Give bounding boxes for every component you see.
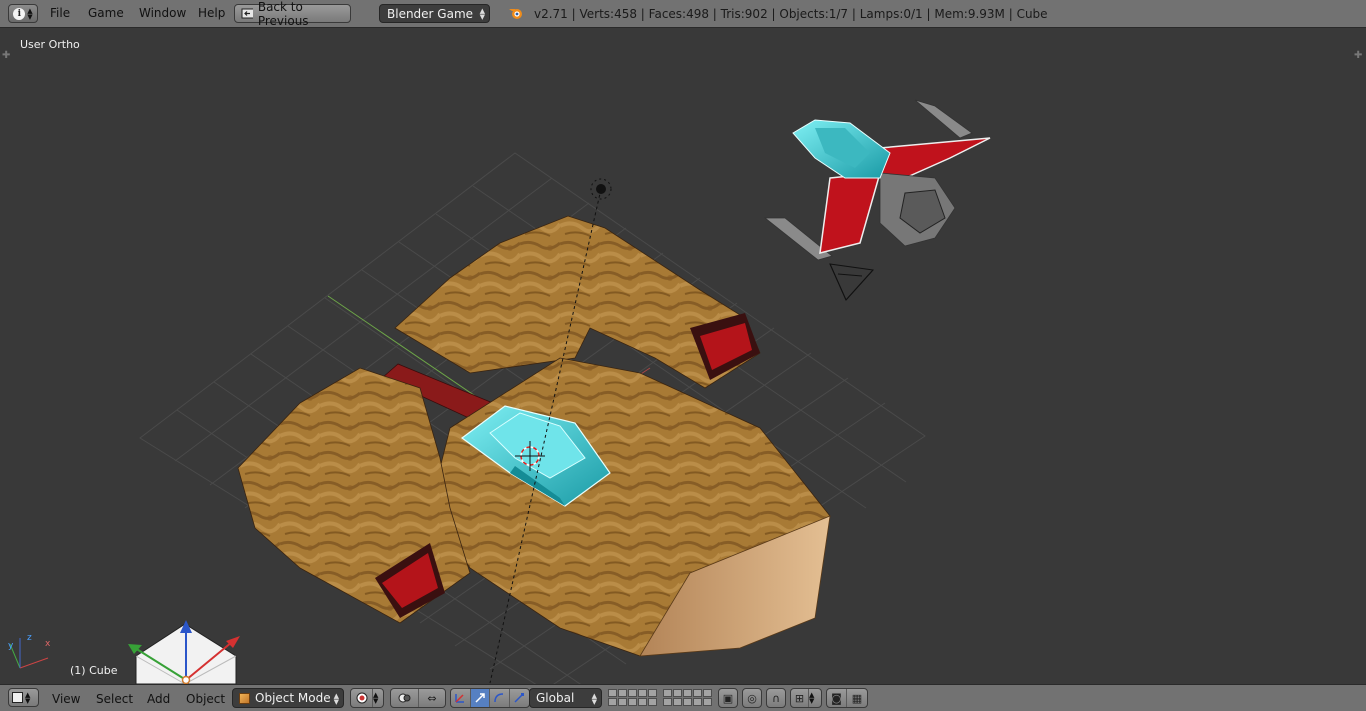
- updown-arrows-icon: ▲ ▼: [373, 691, 379, 705]
- menu-game[interactable]: Game: [88, 6, 124, 20]
- orientation-label: Global: [536, 691, 575, 705]
- scale-icon[interactable]: [510, 689, 529, 707]
- snap-toggle-button[interactable]: ∩: [766, 688, 786, 708]
- svg-text:x: x: [45, 639, 51, 649]
- pivot-snap-group[interactable]: ⇔: [390, 688, 446, 708]
- updown-arrows-icon: ▲ ▼: [809, 691, 815, 705]
- proportional-edit-icon: ◎: [747, 691, 757, 705]
- back-to-previous-button[interactable]: Back to Previous: [234, 0, 351, 28]
- lock-layers-button[interactable]: ▣: [718, 688, 738, 708]
- manipulator-tools[interactable]: [450, 688, 530, 708]
- toolshelf-expand-icon[interactable]: ✚: [2, 50, 10, 61]
- layers-icon: ▣: [722, 691, 734, 705]
- camera-object[interactable]: [829, 263, 875, 301]
- proportional-edit-button[interactable]: ◎: [742, 688, 762, 708]
- camera-render-icon[interactable]: ◙: [827, 689, 847, 707]
- manipulator-toggle-icon[interactable]: ⇔: [419, 689, 445, 707]
- svg-text:z: z: [27, 633, 32, 643]
- scene-canvas[interactable]: y z x: [0, 28, 1366, 684]
- updown-arrows-icon: ▲ ▼: [479, 7, 485, 21]
- scene-stats: v2.71 | Verts:458 | Faces:498 | Tris:902…: [534, 7, 1048, 21]
- blender-logo-icon: [509, 9, 522, 19]
- snap-increment-icon: ⊞: [791, 689, 809, 707]
- render-engine-select[interactable]: Blender Game ▲ ▼: [379, 4, 490, 23]
- hover-ship-mesh[interactable]: [237, 215, 831, 657]
- rotate-icon[interactable]: [490, 689, 510, 707]
- clapper-icon[interactable]: ▦: [847, 689, 867, 707]
- object-mode-label: Object Mode: [255, 691, 331, 705]
- view3d-icon: [12, 692, 23, 703]
- render-buttons[interactable]: ◙ ▦: [826, 688, 868, 708]
- info-icon: i: [13, 7, 26, 20]
- menu-view[interactable]: View: [52, 692, 80, 706]
- updown-arrows-icon: ▲ ▼: [25, 690, 31, 705]
- manipulator-axes-icon[interactable]: [451, 689, 471, 707]
- snap-element-select[interactable]: ⊞ ▲ ▼: [790, 688, 822, 708]
- menu-object[interactable]: Object: [186, 692, 225, 706]
- updown-arrows-icon: ▲ ▼: [333, 692, 339, 706]
- 3d-view-header: ▲ ▼ View Select Add Object Object Mode ▲ ▼…: [0, 684, 1366, 711]
- menu-file[interactable]: File: [50, 6, 70, 20]
- transform-manipulator[interactable]: [128, 620, 240, 684]
- shading-icon: [351, 689, 373, 707]
- back-screen-icon: [241, 8, 253, 19]
- info-header: i ▲ ▼ File Game Window Help Back to Previ…: [0, 0, 1366, 28]
- editor-type-button[interactable]: i ▲ ▼: [8, 4, 38, 23]
- menu-help[interactable]: Help: [198, 6, 225, 20]
- axis-widget: y z x: [8, 633, 51, 669]
- object-mode-select[interactable]: Object Mode ▲ ▼: [232, 688, 344, 708]
- pivot-point-icon[interactable]: [391, 689, 419, 707]
- 3d-viewport[interactable]: y z x User Ortho ✚ ✚ (1) Cube: [0, 28, 1366, 684]
- translate-icon[interactable]: [470, 689, 490, 707]
- viewport-shading-select[interactable]: ▲ ▼: [350, 688, 384, 708]
- view-name-label: User Ortho: [20, 38, 80, 51]
- menu-add[interactable]: Add: [147, 692, 170, 706]
- updown-arrows-icon: ▲ ▼: [27, 6, 33, 21]
- properties-expand-icon[interactable]: ✚: [1354, 50, 1362, 61]
- cube-icon: [239, 692, 250, 704]
- back-to-previous-label: Back to Previous: [257, 0, 309, 28]
- transform-orientation-select[interactable]: Global ▲ ▼: [529, 688, 602, 708]
- menu-select[interactable]: Select: [96, 692, 133, 706]
- magnet-icon: ∩: [771, 691, 781, 705]
- editor-type-button[interactable]: ▲ ▼: [8, 688, 39, 707]
- layers-group-1[interactable]: [608, 689, 657, 706]
- spaceship-mesh[interactable]: [763, 99, 991, 261]
- layers-group-2[interactable]: [663, 689, 712, 706]
- render-engine-label: Blender Game: [387, 6, 474, 21]
- menu-window[interactable]: Window: [139, 6, 186, 20]
- updown-arrows-icon: ▲ ▼: [591, 692, 597, 706]
- active-object-label: (1) Cube: [70, 664, 118, 677]
- svg-text:y: y: [8, 641, 14, 651]
